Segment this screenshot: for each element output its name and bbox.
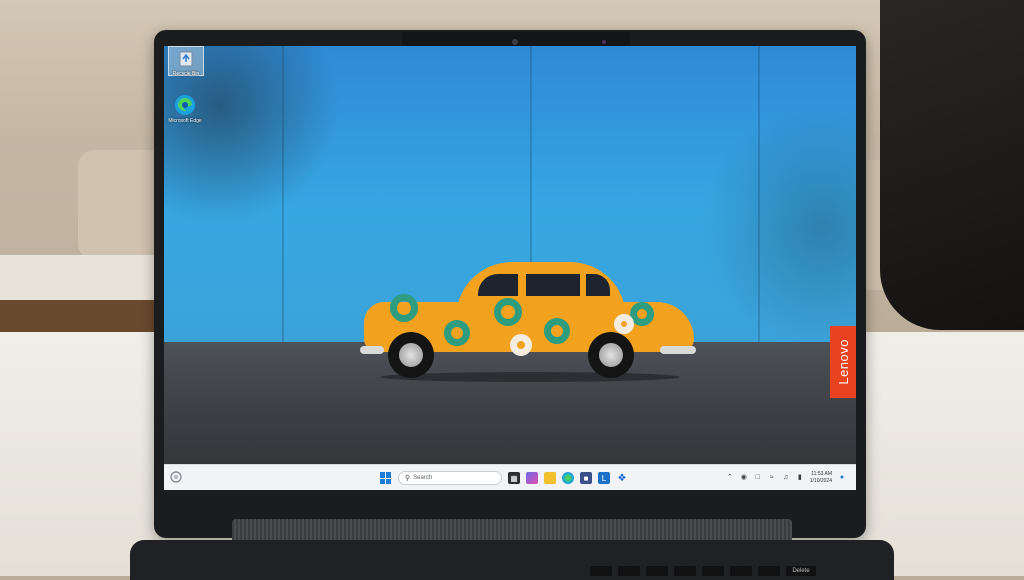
car-ring-decal [614, 314, 634, 334]
recycle-bin-label: Recycle Bin [172, 71, 200, 77]
car-hub [399, 343, 423, 367]
key [758, 566, 780, 576]
wall-seam [758, 46, 760, 346]
network-icon[interactable]: ◉ [740, 474, 748, 482]
car-ring-decal [510, 334, 532, 356]
start-button[interactable] [380, 472, 392, 484]
car-wheel [388, 332, 434, 378]
key [702, 566, 724, 576]
key [590, 566, 612, 576]
task-view-icon[interactable]: ▦ [508, 472, 520, 484]
display-icon[interactable]: □ [754, 474, 762, 482]
key [730, 566, 752, 576]
chevron-up-icon[interactable]: ⌃ [726, 474, 734, 482]
notification-icon[interactable]: ● [838, 474, 846, 482]
clock-time: 11:53 AM [811, 471, 832, 477]
windows-logo-icon [380, 472, 385, 478]
weather-icon[interactable] [170, 471, 182, 483]
wifi-icon[interactable]: ≈ [768, 474, 776, 482]
windows-logo-tile [386, 478, 391, 484]
store-icon[interactable]: ■ [580, 472, 592, 484]
wallpaper-car [360, 260, 700, 382]
system-tray: ⌃ ◉ □ ≈ ♫ ▮ 11:53 AM 1/10/2024 ● [726, 469, 846, 487]
windows-logo-tile [380, 478, 385, 484]
dark-cloth [880, 0, 1024, 330]
windows-logo-tile [386, 472, 391, 478]
sensor-icon [602, 40, 606, 44]
clock-date: 1/10/2024 [809, 478, 832, 484]
search-placeholder: Search [413, 475, 433, 481]
edge-taskbar-icon[interactable] [562, 472, 574, 484]
copilot-icon[interactable] [526, 472, 538, 484]
recycle-bin-icon [179, 51, 193, 67]
battery-icon[interactable]: ▮ [796, 474, 804, 482]
lenovo-logo-tag: Lenovo [830, 326, 856, 398]
lenovo-app-icon[interactable]: L [598, 472, 610, 484]
car-ring-decal [444, 320, 470, 346]
edge-icon [175, 95, 195, 115]
desktop-icon-edge[interactable]: Microsoft Edge [168, 94, 202, 124]
car-ring-decal [390, 294, 418, 322]
keyboard-keys: Delete [590, 566, 816, 576]
edge-label: Microsoft Edge [168, 118, 202, 124]
taskbar-clock[interactable]: 11:53 AM 1/10/2024 [810, 471, 832, 485]
dropbox-icon[interactable]: ❖ [616, 472, 628, 484]
car-window [526, 274, 580, 296]
car-bumper-front [660, 346, 696, 354]
key [646, 566, 668, 576]
taskbar-search[interactable]: ⚲ Search [398, 471, 502, 485]
laptop-screen: Recycle Bin Microsoft Edge ⚲ Search ▦ ■ … [164, 46, 856, 490]
car-ring-decal [494, 298, 522, 326]
file-explorer-icon[interactable] [544, 472, 556, 484]
camera-icon [512, 39, 518, 45]
taskbar: ⚲ Search ▦ ■ L ❖ ⌃ ◉ □ ≈ ♫ ▮ 11:53 AM 1/… [164, 464, 856, 490]
wall-seam [282, 46, 284, 346]
desktop-icon-recycle-bin[interactable]: Recycle Bin [168, 46, 204, 77]
car-bumper-rear [360, 346, 384, 354]
car-ring-decal [544, 318, 570, 344]
taskbar-center: ⚲ Search ▦ ■ L ❖ [380, 469, 628, 487]
key [674, 566, 696, 576]
search-icon: ⚲ [405, 475, 411, 482]
key [618, 566, 640, 576]
car-hub [599, 343, 623, 367]
car-wheel [588, 332, 634, 378]
speaker-icon[interactable]: ♫ [782, 474, 790, 482]
lenovo-logo-text: Lenovo [835, 339, 851, 385]
key-delete: Delete [786, 566, 816, 576]
car-shadow [380, 372, 680, 382]
